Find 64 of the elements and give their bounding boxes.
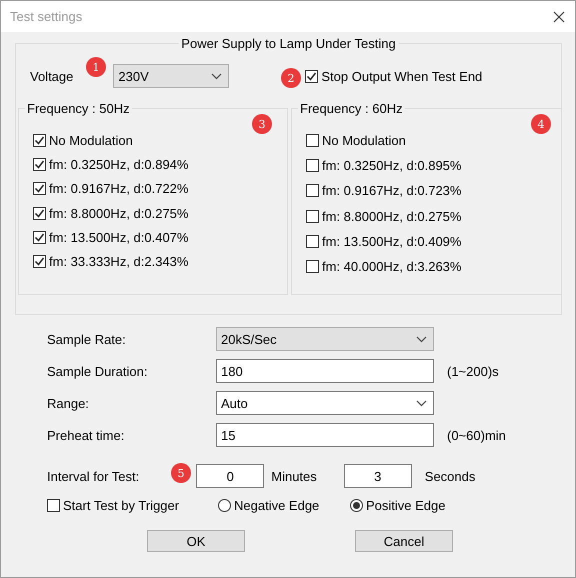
number-badge: 5: [171, 463, 191, 483]
checkbox-box[interactable]: [306, 184, 319, 198]
input-field[interactable]: 0: [196, 464, 264, 488]
number-badge: 1: [86, 57, 106, 77]
dropdown[interactable]: 20kS/Sec: [216, 327, 434, 351]
number-badge: 2: [281, 68, 301, 88]
unit-label: Minutes: [270, 468, 318, 484]
checkbox[interactable]: fm: 33.333Hz, d:2.343%: [33, 254, 188, 269]
checkbox-box[interactable]: [305, 70, 318, 82]
number-badge: 4: [531, 114, 551, 134]
field-label: Preheat time:: [47, 428, 126, 442]
checkbox-box[interactable]: [306, 159, 319, 172]
field-label: Range:: [47, 396, 90, 410]
input-field[interactable]: 180: [216, 359, 434, 383]
checkbox-box[interactable]: [306, 234, 319, 248]
radio-button[interactable]: [218, 499, 231, 512]
checkbox[interactable]: fm: 13.500Hz, d:0.409%: [306, 234, 462, 249]
checkbox-box[interactable]: [306, 210, 319, 223]
field-label: Voltage: [30, 68, 74, 84]
checkbox[interactable]: fm: 0.9167Hz, d:0.722%: [33, 181, 188, 196]
checkbox-box[interactable]: [33, 158, 46, 172]
unit-label: (1~200)s: [446, 364, 500, 378]
checkbox[interactable]: fm: 8.8000Hz, d:0.275%: [33, 206, 188, 221]
dropdown[interactable]: Auto: [216, 391, 434, 415]
group-title: Power Supply to Lamp Under Testing: [178, 36, 399, 51]
radio-button[interactable]: [350, 499, 363, 512]
dialog-button[interactable]: Cancel: [355, 530, 453, 552]
checkbox[interactable]: Stop Output When Test End: [305, 68, 482, 84]
unit-label: (0~60)min: [446, 428, 507, 442]
chevron-down-icon: [211, 72, 222, 80]
checkbox[interactable]: fm: 0.9167Hz, d:0.723%: [306, 183, 462, 198]
field-label: Sample Duration:: [47, 364, 148, 378]
group-title: Frequency : 60Hz: [298, 101, 405, 116]
group-title: Frequency : 50Hz: [25, 101, 132, 116]
unit-label: Seconds: [424, 468, 476, 484]
number-badge: 3: [252, 114, 272, 134]
field-label: Sample Rate:: [47, 332, 127, 346]
checkbox-box[interactable]: [33, 206, 46, 220]
checkbox[interactable]: Start Test by Trigger: [47, 498, 180, 513]
window-title: Test settings: [10, 9, 82, 24]
voltage-select[interactable]: 230V: [113, 64, 230, 88]
chevron-down-icon: [416, 400, 427, 406]
checkbox-box[interactable]: [33, 134, 46, 147]
checkbox-box[interactable]: [33, 254, 46, 268]
checkbox[interactable]: fm: 13.500Hz, d:0.407%: [33, 230, 188, 245]
checkbox-box[interactable]: [33, 182, 46, 196]
checkbox[interactable]: No Modulation: [33, 133, 133, 148]
input-field[interactable]: 3: [344, 464, 412, 488]
checkbox-box[interactable]: [306, 134, 319, 147]
radio-option[interactable]: Negative Edge: [218, 498, 350, 513]
checkbox-box[interactable]: [47, 499, 60, 512]
field-label: Interval for Test:: [47, 468, 140, 484]
dialog-button[interactable]: OK: [147, 530, 245, 552]
radio-option[interactable]: Positive Edge: [350, 498, 482, 513]
close-icon[interactable]: [553, 10, 565, 22]
checkbox[interactable]: No Modulation: [306, 133, 406, 148]
checkbox-box[interactable]: [33, 230, 46, 244]
checkbox[interactable]: fm: 40.000Hz, d:3.263%: [306, 258, 462, 274]
checkbox-box[interactable]: [306, 260, 319, 273]
chevron-down-icon: [416, 336, 427, 342]
input-field[interactable]: 15: [216, 423, 434, 447]
checkbox[interactable]: fm: 8.8000Hz, d:0.275%: [306, 208, 462, 224]
checkbox[interactable]: fm: 0.3250Hz, d:0.894%: [33, 157, 188, 172]
checkbox[interactable]: fm: 0.3250Hz, d:0.895%: [306, 158, 462, 174]
